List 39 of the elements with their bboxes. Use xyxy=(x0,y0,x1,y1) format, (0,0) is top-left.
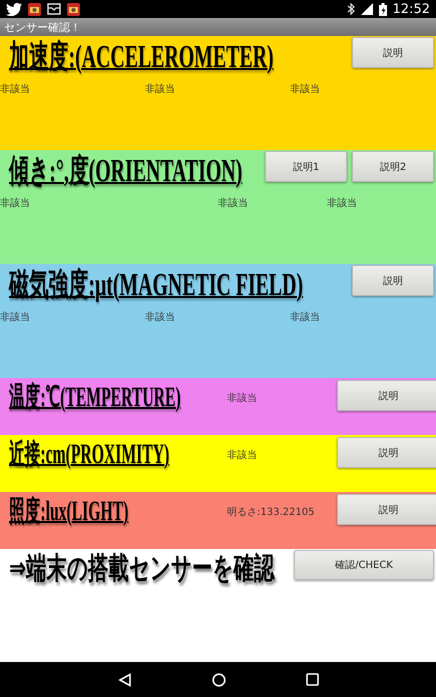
sensor-title: 傾き:°,度(ORIENTATION) xyxy=(9,151,242,190)
info-button[interactable]: 説明2 xyxy=(352,151,434,182)
app-title: センサー確認！ xyxy=(4,20,81,34)
sensor-title: 近接:cm(PROXIMITY) xyxy=(9,438,170,472)
info-button[interactable]: 説明 xyxy=(352,37,434,68)
info-button[interactable]: 説明 xyxy=(337,494,436,525)
sensor-reading: 非該当 xyxy=(145,310,176,324)
battery-icon xyxy=(378,2,387,16)
app-icon xyxy=(67,2,80,16)
info-button[interactable]: 説明 xyxy=(352,265,434,296)
status-time: 12:52 xyxy=(392,2,430,16)
info-button[interactable]: 説明1 xyxy=(265,151,347,182)
sensor-title: 照度:lux(LIGHT) xyxy=(9,494,128,529)
signal-icon xyxy=(360,3,373,15)
sensor-reading: 非該当 xyxy=(0,310,31,324)
sensor-title: 磁気強度:μt(MAGNETIC FIELD) xyxy=(9,265,303,304)
check-heading: ⇒端末の搭載センサーを確認 xyxy=(9,550,274,588)
info-button[interactable]: 説明 xyxy=(337,380,436,411)
app-icon xyxy=(28,2,41,16)
sensor-reading: 非該当 xyxy=(218,196,249,210)
sensor-reading: 非該当 xyxy=(327,196,358,210)
sensor-reading: 明るさ:133.22105 xyxy=(227,507,314,518)
sensor-title: 温度:℃(TEMPERTURE) xyxy=(9,380,181,415)
sensor-reading: 非該当 xyxy=(290,310,321,324)
info-button[interactable]: 説明 xyxy=(337,437,436,468)
mail-icon xyxy=(47,3,61,15)
sensor-title: 加速度:(ACCELEROMETER) xyxy=(9,37,274,76)
home-icon[interactable] xyxy=(212,672,226,686)
sensor-reading: 非該当 xyxy=(145,82,176,96)
sensor-reading: 非該当 xyxy=(0,196,31,210)
recents-icon[interactable] xyxy=(306,673,318,686)
check-button[interactable]: 確認/CHECK xyxy=(294,550,434,580)
sensor-reading: 非該当 xyxy=(0,82,31,96)
bird-icon xyxy=(6,2,22,16)
bluetooth-icon xyxy=(346,3,355,15)
back-icon[interactable] xyxy=(118,672,132,686)
sensor-reading: 非該当 xyxy=(227,450,257,461)
sensor-reading: 非該当 xyxy=(290,82,321,96)
sensor-reading: 非該当 xyxy=(227,393,257,404)
